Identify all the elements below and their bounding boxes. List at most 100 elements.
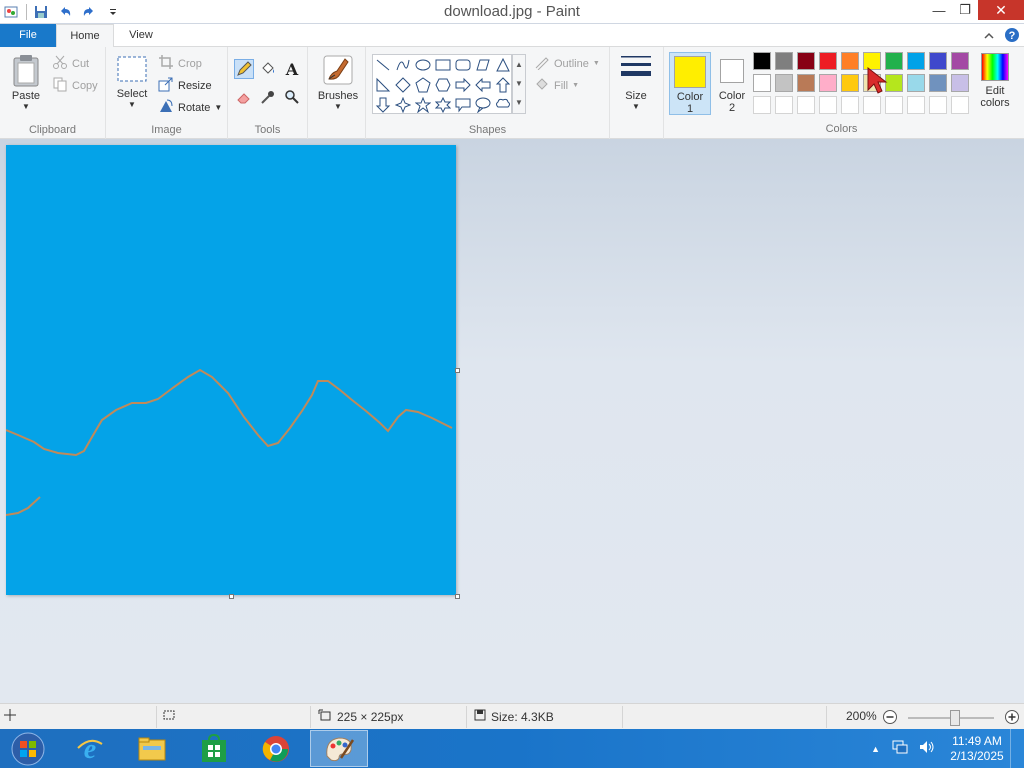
rotate-button[interactable]: Rotate ▼	[158, 98, 222, 117]
paste-dropdown-icon[interactable]: ▼	[6, 102, 46, 111]
zoom-in-button[interactable]	[1004, 709, 1020, 725]
custom-color-slot[interactable]	[819, 96, 837, 114]
five-point-star-shape-icon[interactable]	[413, 95, 433, 115]
line-shape-icon[interactable]	[373, 55, 393, 75]
chrome-icon[interactable]	[250, 730, 302, 767]
color-swatch[interactable]	[841, 52, 859, 70]
zoom-out-button[interactable]	[882, 709, 898, 725]
crop-button[interactable]: Crop	[158, 54, 202, 73]
color-swatch[interactable]	[797, 52, 815, 70]
pentagon-shape-icon[interactable]	[413, 75, 433, 95]
help-icon[interactable]: ?	[1004, 27, 1020, 46]
select-dropdown-icon[interactable]: ▼	[114, 100, 150, 109]
diamond-shape-icon[interactable]	[393, 75, 413, 95]
right-arrow-shape-icon[interactable]	[453, 75, 473, 95]
collapse-ribbon-chevron-icon[interactable]	[984, 31, 994, 43]
curve-shape-icon[interactable]	[393, 55, 413, 75]
pencil-icon[interactable]	[234, 59, 254, 79]
resize-button[interactable]: Resize	[158, 76, 212, 95]
rect-callout-shape-icon[interactable]	[453, 95, 473, 115]
color-swatch[interactable]	[797, 74, 815, 92]
scroll-down-icon[interactable]: ▼	[513, 74, 525, 93]
canvas-workspace[interactable]	[0, 139, 1024, 703]
color-swatch[interactable]	[819, 74, 837, 92]
scroll-up-icon[interactable]: ▲	[513, 55, 525, 74]
show-hidden-icons-icon[interactable]: ▲	[871, 744, 880, 754]
rectangle-shape-icon[interactable]	[433, 55, 453, 75]
custom-color-slot[interactable]	[863, 96, 881, 114]
color-swatch[interactable]	[775, 74, 793, 92]
rotate-dropdown-icon[interactable]: ▼	[214, 103, 222, 112]
fill-button[interactable]: Fill ▼	[534, 76, 579, 95]
color-swatch[interactable]	[907, 74, 925, 92]
network-icon[interactable]	[892, 739, 910, 758]
custom-color-slot[interactable]	[907, 96, 925, 114]
fill-bucket-icon[interactable]	[258, 59, 278, 79]
shapes-scroll[interactable]: ▲ ▼ ▼	[512, 54, 526, 114]
close-button[interactable]: ✕	[978, 0, 1024, 20]
custom-color-slot[interactable]	[797, 96, 815, 114]
color-picker-icon[interactable]	[258, 87, 278, 107]
more-shapes-icon[interactable]: ▼	[513, 93, 525, 112]
resize-handle-bottom[interactable]	[229, 594, 234, 599]
color1-button[interactable]: Color 1	[669, 52, 711, 115]
up-arrow-shape-icon[interactable]	[493, 75, 513, 95]
hexagon-shape-icon[interactable]	[433, 75, 453, 95]
color-swatch[interactable]	[907, 52, 925, 70]
color2-button[interactable]: Color 2	[713, 52, 751, 115]
custom-color-slot[interactable]	[841, 96, 859, 114]
minimize-button[interactable]: —	[926, 0, 952, 20]
size-button[interactable]: Size ▼	[616, 53, 656, 111]
paint-taskbar-icon[interactable]	[310, 730, 368, 767]
custom-color-slot[interactable]	[885, 96, 903, 114]
clock[interactable]: 11:49 AM 2/13/2025	[944, 734, 1010, 764]
show-desktop-button[interactable]	[1010, 729, 1024, 768]
text-tool-icon[interactable]: A	[282, 59, 302, 79]
drawing-canvas[interactable]	[6, 145, 456, 595]
zoom-slider-thumb[interactable]	[950, 710, 960, 726]
color-swatch[interactable]	[929, 52, 947, 70]
custom-color-slot[interactable]	[951, 96, 969, 114]
restore-button[interactable]: ❐	[952, 0, 978, 20]
edit-colors-button[interactable]: Edit colors	[978, 53, 1012, 109]
outline-button[interactable]: Outline ▼	[534, 54, 600, 73]
size-dropdown-icon[interactable]: ▼	[616, 102, 656, 111]
brushes-dropdown-icon[interactable]: ▼	[314, 102, 362, 111]
color-swatch[interactable]	[819, 52, 837, 70]
copy-button[interactable]: Copy	[52, 76, 98, 95]
six-point-star-shape-icon[interactable]	[433, 95, 453, 115]
brushes-button[interactable]: Brushes ▼	[314, 53, 362, 111]
color-swatch[interactable]	[775, 52, 793, 70]
right-triangle-shape-icon[interactable]	[373, 75, 393, 95]
custom-color-slot[interactable]	[753, 96, 771, 114]
volume-icon[interactable]	[918, 739, 936, 758]
oval-shape-icon[interactable]	[413, 55, 433, 75]
left-arrow-shape-icon[interactable]	[473, 75, 493, 95]
color-swatch[interactable]	[951, 52, 969, 70]
color-swatch[interactable]	[951, 74, 969, 92]
rounded-rectangle-shape-icon[interactable]	[453, 55, 473, 75]
tab-home[interactable]: Home	[56, 24, 114, 48]
paste-button[interactable]: Paste ▼	[6, 53, 46, 111]
custom-color-slot[interactable]	[929, 96, 947, 114]
cloud-callout-shape-icon[interactable]	[493, 95, 513, 115]
resize-handle-right[interactable]	[455, 368, 460, 373]
color-swatch[interactable]	[929, 74, 947, 92]
file-explorer-icon[interactable]	[126, 730, 178, 767]
color-swatch[interactable]	[753, 52, 771, 70]
resize-handle-corner[interactable]	[455, 594, 460, 599]
four-point-star-shape-icon[interactable]	[393, 95, 413, 115]
oval-callout-shape-icon[interactable]	[473, 95, 493, 115]
magnifier-icon[interactable]	[282, 87, 302, 107]
tab-view[interactable]: View	[114, 24, 168, 47]
start-button[interactable]	[2, 730, 54, 767]
polygon-shape-icon[interactable]	[473, 55, 493, 75]
select-button[interactable]: Select ▼	[114, 55, 150, 109]
triangle-shape-icon[interactable]	[493, 55, 513, 75]
custom-color-slot[interactable]	[775, 96, 793, 114]
down-arrow-shape-icon[interactable]	[373, 95, 393, 115]
color-swatch[interactable]	[753, 74, 771, 92]
internet-explorer-icon[interactable]: e	[64, 730, 116, 767]
cut-button[interactable]: Cut	[52, 54, 89, 73]
eraser-icon[interactable]	[234, 87, 254, 107]
